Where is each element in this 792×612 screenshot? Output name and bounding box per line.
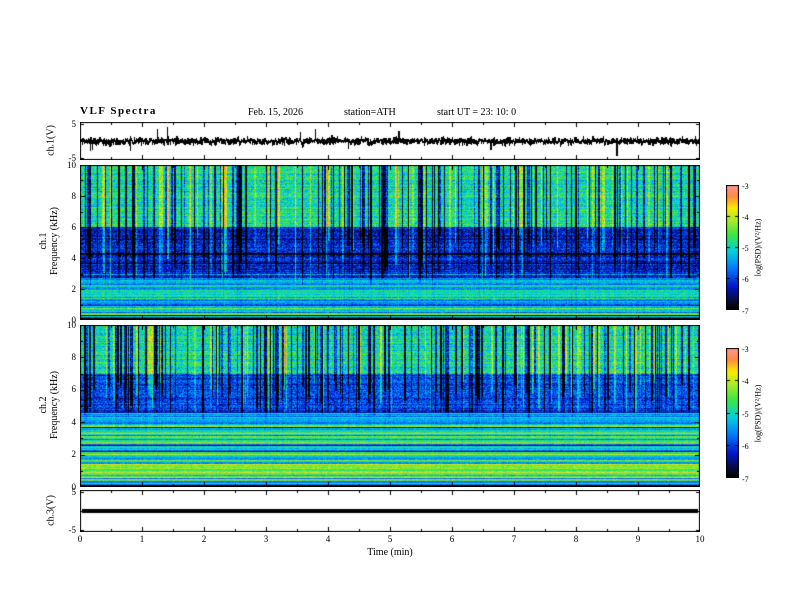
colorbar1-tick-label: -4: [742, 212, 749, 222]
colorbar-ch1: [726, 185, 739, 310]
ch2-freq-tick-label: 8: [71, 351, 77, 362]
x-tick-label: 6: [449, 534, 455, 544]
x-tick-label: 4: [325, 534, 331, 544]
x-tick-label: 5: [387, 534, 393, 544]
x-tick-label: 2: [201, 534, 207, 544]
ch1-waveform-plot: [80, 122, 700, 160]
ch1-volt-tick-label: -5: [68, 152, 77, 163]
ch2-freq-tick-label: 6: [71, 384, 77, 395]
vlf-spectra-figure: VLF Spectra Feb. 15, 2026 station=ATH st…: [0, 0, 792, 612]
ch1-frequency-axis-label-line1: ch.1: [38, 232, 49, 250]
colorbar2-tick-label: -5: [742, 409, 749, 419]
x-tick-label: 9: [635, 534, 641, 544]
colorbar-ch2: [726, 348, 739, 478]
station-label: station=ATH: [344, 107, 396, 118]
start-ut-label: start UT = 23: 10: 0: [437, 107, 517, 118]
colorbar2-tick-label: -4: [742, 377, 749, 386]
colorbar-ch1-label: log(PSD)/(V²/Hz): [753, 218, 763, 277]
ch1-volt-tick-label: 5: [71, 118, 77, 129]
ch2-freq-tick-label: 4: [71, 416, 77, 427]
colorbar2-tick-label: -3: [742, 344, 749, 354]
colorbar1-tick-label: -5: [742, 244, 749, 253]
colorbar1-tick-label: -3: [742, 181, 749, 191]
x-tick-label: 1: [139, 534, 145, 544]
colorbar2-tick-label: -6: [742, 442, 749, 451]
ch2-freq-tick-label: 10: [67, 319, 76, 330]
ch2-frequency-axis-label-line1: ch.2: [38, 396, 49, 414]
ch3-voltage-axis-label: ch.3(V): [45, 495, 57, 526]
ch2-freq-tick-label: 2: [71, 449, 77, 460]
colorbar1-tick-label: -6: [742, 275, 749, 285]
ch1-freq-tick-label: 4: [71, 252, 77, 263]
x-tick-label: 0: [77, 534, 83, 544]
x-tick-label: 8: [573, 534, 579, 544]
ch1-freq-tick-label: 2: [71, 283, 77, 294]
ch3-volt-tick-label: -5: [68, 524, 77, 535]
ch3-waveform-plot: [80, 490, 700, 532]
ch1-freq-tick-label: 6: [71, 221, 77, 232]
colorbar-ch2-label: log(PSD)/(V²/Hz): [753, 384, 763, 443]
x-tick-label: 7: [511, 534, 517, 544]
x-tick-label: 3: [263, 534, 269, 544]
time-axis-label: Time (min): [367, 547, 413, 558]
ch1-freq-tick-label: 8: [71, 190, 77, 201]
x-tick-label: 10: [695, 534, 705, 544]
colorbar2-tick-label: -7: [742, 474, 749, 484]
ch1-spectrogram: [80, 165, 700, 320]
ch2-spectrogram: [80, 325, 700, 487]
date-label: Feb. 15, 2026: [248, 107, 303, 118]
figure-title: VLF Spectra: [80, 105, 157, 117]
ch1-voltage-axis-label: ch.1(V): [45, 125, 57, 156]
ch3-volt-tick-label: 5: [71, 486, 77, 497]
colorbar1-tick-label: -7: [742, 306, 749, 316]
